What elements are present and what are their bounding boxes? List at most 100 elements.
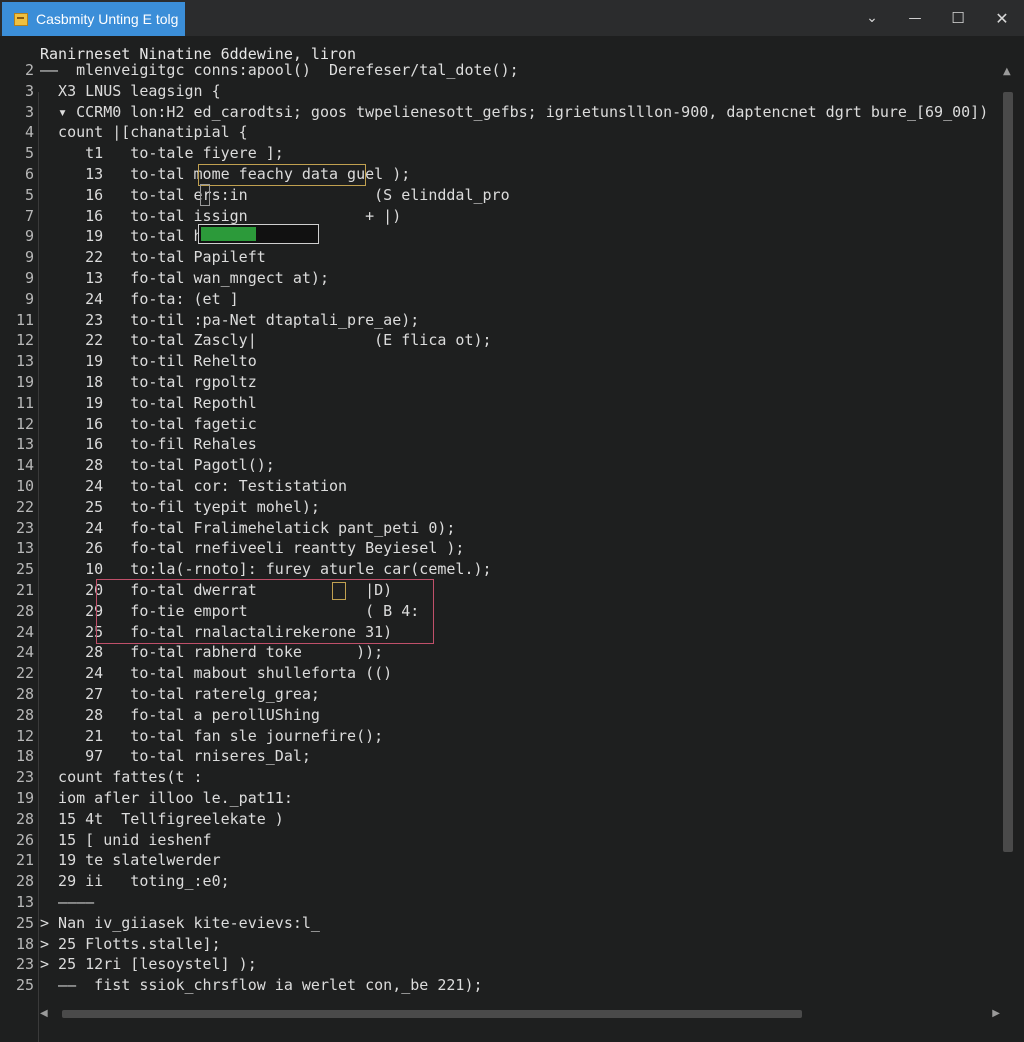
maximize-button[interactable]: ☐ [938, 0, 978, 36]
line-number: 11 [15, 310, 34, 329]
line-number: 22 [15, 664, 34, 683]
code-line[interactable]: 13 16 to-fil Rehales [0, 434, 990, 455]
line-number: 9 [24, 289, 34, 308]
code-line[interactable]: 9 22 to-tal Papileft [0, 247, 990, 268]
scroll-left-icon[interactable]: ◀ [40, 1008, 48, 1019]
line-number: 5 [24, 185, 34, 204]
code-text: —— mlenveigitgc conns:apool() Derefeser/… [40, 61, 519, 79]
vertical-scrollbar[interactable]: ▲ [1002, 66, 1014, 1016]
close-button[interactable]: ✕ [982, 0, 1022, 36]
code-line[interactable]: 12 16 to-tal fagetic [0, 414, 990, 435]
line-number: 21 [15, 851, 34, 870]
line-number: 7 [24, 206, 34, 225]
code-line[interactable]: 12 22 to-tal Zascly| (E flica ot); [0, 330, 990, 351]
code-text: > Nan iv_giiasek kite-evievs:l_ [40, 913, 320, 932]
line-number: 25 [15, 976, 34, 995]
code-line[interactable]: 13 ———— [0, 892, 990, 913]
progress-bar [198, 224, 319, 244]
code-text: 97 to-tal rniseres_Dal; [40, 747, 311, 766]
code-text: 22 to-tal Zascly| (E flica ot); [40, 331, 492, 350]
code-text: ———— [40, 893, 95, 911]
code-text: 24 fo-tal Fralimehelatick pant_peti 0); [40, 518, 456, 537]
code-editor[interactable]: Ranirneset Ninatine 6ddewine, liron 2 —— … [0, 36, 1024, 1042]
line-number: 3 [24, 81, 34, 100]
scroll-up-icon[interactable]: ▲ [1003, 66, 1011, 77]
code-text: 28 to-tal Pagotl(); [40, 456, 275, 475]
code-text: 29 ii toting_:e0; [40, 872, 230, 891]
code-text: 21 to-tal fan sle journefire(); [40, 726, 384, 745]
vertical-scroll-thumb[interactable] [1003, 92, 1013, 852]
code-line[interactable]: 11 19 to-tal Repothl [0, 393, 990, 414]
code-text: 24 to-tal cor: Testistation [40, 477, 348, 495]
code-line[interactable]: 22 25 to-fil tyepit mohel); [0, 497, 990, 518]
code-line[interactable]: 3 ▾ CCRM0 lon:H2 ed_carodtsi; goos twpel… [0, 102, 990, 123]
code-line[interactable]: 19 iom afler illoo le._pat11: [0, 788, 990, 809]
code-line[interactable]: 11 23 to-til :pa-Net dtaptali_pre_ae); [0, 310, 990, 331]
line-number: 28 [15, 809, 34, 828]
line-number: 13 [15, 352, 34, 371]
line-number: 12 [15, 331, 34, 350]
line-number: 13 [15, 893, 34, 911]
minimize-button[interactable]: — [895, 0, 935, 36]
code-line[interactable]: 25 —— fist ssiok_chrsflow ia werlet con,… [0, 975, 990, 996]
cursor-box [200, 184, 210, 206]
code-line[interactable]: 7 16 to-tal issign + |) [0, 206, 990, 227]
code-line[interactable]: 6 13 to-tal mome feachy data guel ); [0, 164, 990, 185]
window-tab[interactable]: Casbmity Unting E tolg [2, 2, 185, 36]
code-line[interactable]: 13 19 to-til Rehelto [0, 351, 990, 372]
code-line[interactable]: 25 > Nan iv_giiasek kite-evievs:l_ [0, 913, 990, 934]
code-line[interactable]: 26 15 [ unid ieshenf [0, 830, 990, 851]
dropdown-button[interactable]: ⌄ [852, 0, 892, 36]
code-text: ▾ CCRM0 lon:H2 ed_carodtsi; goos twpelie… [40, 102, 989, 121]
code-line[interactable]: 2 —— mlenveigitgc conns:apool() Derefeser… [0, 60, 990, 81]
code-line[interactable]: 9 13 fo-tal wan_mngect at); [0, 268, 990, 289]
code-text: 16 to-tal fagetic [40, 414, 257, 433]
code-line[interactable]: 9 24 fo-ta: (et ] [0, 289, 990, 310]
code-line[interactable]: 9 19 to-tal hem [0, 226, 990, 247]
code-text: 15 [ unid ieshenf [40, 830, 212, 849]
code-text: 23 to-til :pa-Net dtaptali_pre_ae); [40, 310, 420, 329]
code-line[interactable]: 24 28 fo-tal rabherd toke )); [0, 642, 990, 663]
code-text: 16 to-tal ers:in (S elinddal_pro [40, 185, 510, 204]
code-text: count |[chanatipial { [40, 123, 248, 142]
line-number: 25 [15, 560, 34, 579]
highlight-box [198, 164, 366, 186]
line-number: 6 [24, 165, 34, 183]
code-line[interactable]: 28 27 to-tal raterelg_grea; [0, 684, 990, 705]
line-number: 24 [15, 622, 34, 641]
code-text: 19 to-tal Repothl [40, 393, 257, 412]
line-number: 24 [15, 643, 34, 662]
code-line[interactable]: 25 10 to:la(-rnoto]: furey aturle car(ce… [0, 559, 990, 580]
scroll-right-icon[interactable]: ▶ [992, 1008, 1000, 1019]
code-line[interactable]: 28 29 ii toting_:e0; [0, 871, 990, 892]
code-line[interactable]: 4 count |[chanatipial { [0, 122, 990, 143]
horizontal-scroll-thumb[interactable] [62, 1010, 802, 1018]
code-line[interactable]: 23 24 fo-tal Fralimehelatick pant_peti 0… [0, 518, 990, 539]
code-line[interactable]: 23 count fattes(t : [0, 767, 990, 788]
window-title: Casbmity Unting E tolg [36, 11, 179, 27]
code-line[interactable]: 5 16 to-tal ers:in (S elinddal_pro [0, 185, 990, 206]
line-number: 9 [24, 269, 34, 287]
code-text: —— fist ssiok_chrsflow ia werlet con,_be… [40, 976, 483, 995]
code-line[interactable]: 18 97 to-tal rniseres_Dal; [0, 746, 990, 767]
code-line[interactable]: 14 28 to-tal Pagotl(); [0, 455, 990, 476]
code-line[interactable]: 19 18 to-tal rgpoltz [0, 372, 990, 393]
code-line[interactable]: 3 X3 LNUS leagsign { [0, 81, 990, 102]
code-line[interactable]: 12 21 to-tal fan sle journefire(); [0, 726, 990, 747]
code-line[interactable]: 13 26 fo-tal rnefiveeli reantty Beyiesel… [0, 538, 990, 559]
code-line[interactable]: 28 28 fo-tal a perollUShing [0, 705, 990, 726]
code-text: 24 to-tal mabout shulleforta (() [40, 664, 393, 683]
code-line[interactable]: 21 19 te slatelwerder [0, 850, 990, 871]
code-line[interactable]: 22 24 to-tal mabout shulleforta (() [0, 663, 990, 684]
code-text: t1 to-tale fiyere ]; [40, 144, 284, 163]
line-number: 19 [15, 373, 34, 391]
code-line[interactable]: 18 > 25 Flotts.stalle]; [0, 934, 990, 955]
code-line[interactable]: 10 24 to-tal cor: Testistation [0, 476, 990, 497]
code-line[interactable]: 28 15 4t Tellfigreelekate ) [0, 809, 990, 830]
code-text: 19 te slatelwerder [40, 851, 221, 870]
horizontal-scrollbar[interactable]: ◀ ▶ [40, 1008, 1000, 1020]
code-line[interactable]: 5 t1 to-tale fiyere ]; [0, 143, 990, 164]
line-number: 23 [15, 518, 34, 537]
line-number: 26 [15, 830, 34, 849]
code-line[interactable]: 23 > 25 12ri [lesoystel] ); [0, 954, 990, 975]
